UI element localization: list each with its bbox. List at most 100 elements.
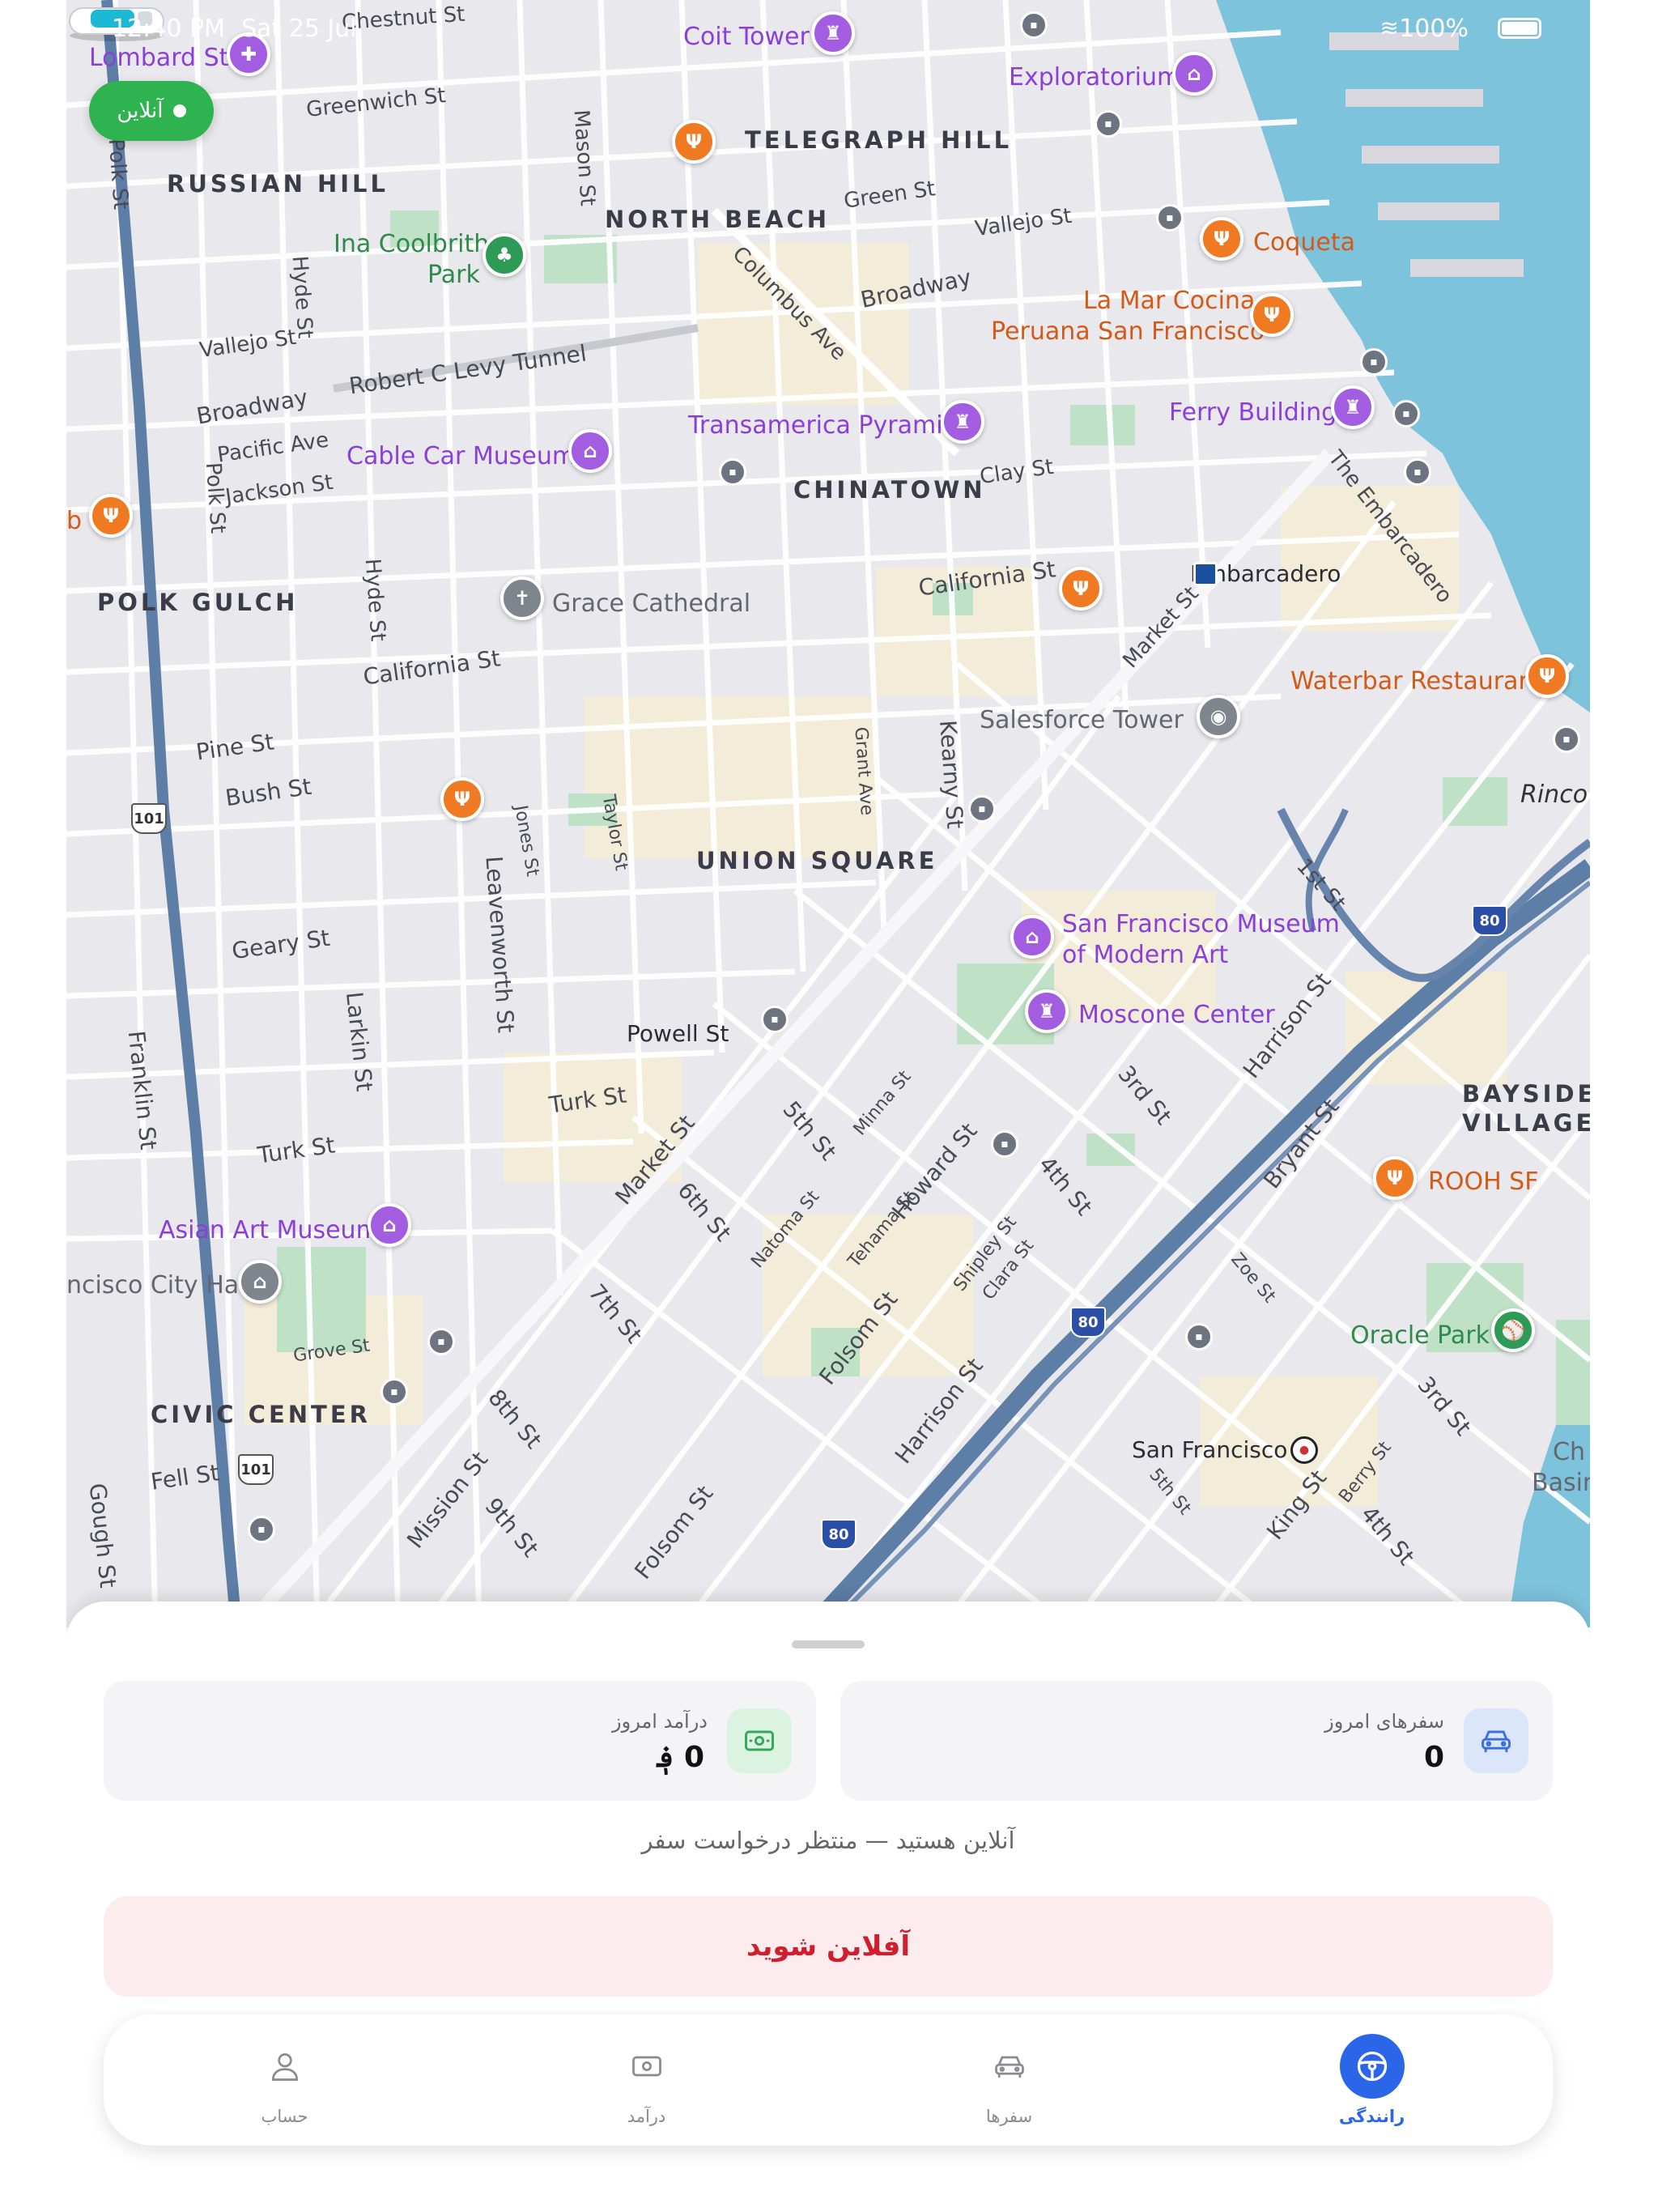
restaurant-icon[interactable]: Ψ — [1200, 217, 1244, 261]
government-icon[interactable]: ⌂ — [238, 1260, 282, 1304]
today-earnings-label: درآمد امروز — [612, 1710, 708, 1733]
today-trips-label: سفرهای امروز — [1324, 1710, 1444, 1733]
map-label-civic-center: CIVIC CENTER — [151, 1401, 371, 1428]
poi-label-coqueta: Coqueta — [1253, 228, 1355, 257]
poi-label-waterbar: Waterbar Restaurant — [1290, 667, 1544, 696]
bus-stop-icon: ▪ — [1553, 725, 1580, 753]
poi-label-ferry-building: Ferry Building — [1169, 398, 1337, 427]
poi-label-grace-cathedral: Grace Cathedral — [552, 589, 751, 618]
train-station-icon: ● — [1290, 1436, 1318, 1464]
tab-driving-label: رانندگی — [1338, 2107, 1405, 2126]
tab-driving[interactable]: رانندگی — [1191, 2014, 1553, 2146]
bus-stop-icon: ▪ — [991, 1130, 1018, 1158]
tab-earnings[interactable]: درآمد — [466, 2014, 827, 2146]
map-label-union-square: UNION SQUARE — [696, 847, 938, 874]
ferry-icon: ▪ — [1404, 458, 1431, 486]
ferry-icon: ▪ — [1360, 348, 1388, 376]
wifi-icon: ≋ — [1380, 15, 1399, 41]
bus-stop-icon: ▪ — [1185, 1323, 1213, 1351]
poi-label-sf-station: San Francisco — [1132, 1436, 1288, 1463]
today-trips-card: سفرهای امروز 0 — [840, 1681, 1553, 1801]
poi-label-park: Park — [427, 261, 480, 289]
tab-trips[interactable]: سفرها — [828, 2014, 1190, 2146]
restaurant-icon[interactable]: Ψ — [1059, 567, 1103, 610]
ferry-icon: ▪ — [1392, 400, 1420, 428]
map-label-russian-hill: RUSSIAN HILL — [167, 170, 389, 198]
tree-icon[interactable]: ♣ — [483, 233, 526, 277]
app-frame: RUSSIAN HILL NORTH BEACH TELEGRAPH HILL … — [66, 0, 1590, 2212]
highway-shield: 80 — [1070, 1307, 1106, 1338]
bus-stop-icon: ▪ — [248, 1516, 275, 1543]
online-status-badge[interactable]: آنلاین — [89, 81, 214, 141]
poi-label-la-mar-cocina: La Mar Cocina — [1083, 287, 1256, 315]
bus-stop-icon: ▪ — [380, 1378, 408, 1406]
status-date: Sat 25 Jul — [241, 15, 357, 43]
poi-label-rinco: Rinco — [1520, 781, 1588, 809]
poi-label-sfmoma-1: San Francisco Museum — [1062, 910, 1340, 938]
poi-label-b: b — [66, 507, 83, 535]
poi-label-asian-art-museum: Asian Art Museum — [159, 1216, 380, 1244]
map-view[interactable]: RUSSIAN HILL NORTH BEACH TELEGRAPH HILL … — [66, 0, 1590, 1627]
poi-label-ch: Ch — [1553, 1438, 1585, 1466]
landmark-icon[interactable]: ♜ — [1331, 385, 1375, 429]
bus-stop-icon: ▪ — [968, 795, 996, 823]
stadium-icon[interactable]: ⚾ — [1491, 1308, 1535, 1352]
bottom-tab-bar: رانندگی سفرها درآمد حساب — [104, 2014, 1553, 2146]
map-label-chinatown: CHINATOWN — [793, 476, 986, 504]
map-label-telegraph-hill: TELEGRAPH HILL — [745, 126, 1013, 154]
highway-shield: 101 — [238, 1454, 274, 1485]
bus-stop-icon: ▪ — [1095, 110, 1122, 138]
bus-stop-icon: ▪ — [1156, 204, 1184, 232]
poi-label-oracle-park: Oracle Park — [1350, 1321, 1490, 1350]
landmark-icon[interactable]: ♜ — [941, 400, 984, 444]
tab-account[interactable]: حساب — [104, 2014, 466, 2146]
map-label-polk-gulch: POLK GULCH — [97, 589, 299, 616]
museum-icon[interactable]: ⌂ — [568, 429, 612, 473]
poi-label-transamerica-pyramid: Transamerica Pyramid — [688, 411, 959, 440]
poi-label-city-hall: ncisco City Hall — [66, 1271, 253, 1300]
landmark-icon[interactable]: ♜ — [1025, 989, 1069, 1033]
battery-icon — [1498, 18, 1541, 39]
sheet-drag-handle[interactable] — [792, 1640, 865, 1648]
church-icon[interactable]: ✝ — [500, 576, 544, 620]
street-label: Polk St — [103, 138, 133, 211]
steering-wheel-icon — [1339, 2034, 1405, 2099]
tower-icon[interactable]: ◉ — [1197, 695, 1240, 738]
restaurant-icon[interactable]: Ψ — [1525, 654, 1569, 698]
tab-earnings-label: درآمد — [627, 2107, 666, 2126]
poi-label-ina-coolbrith: Ina Coolbrith — [334, 230, 490, 258]
restaurant-icon[interactable]: Ψ — [1250, 293, 1294, 337]
museum-icon[interactable]: ⌂ — [368, 1203, 411, 1247]
poi-label-peruana: Peruana San Francisco — [991, 317, 1265, 346]
restaurant-icon[interactable]: Ψ — [1373, 1156, 1417, 1200]
user-icon — [253, 2034, 317, 2099]
tab-trips-label: سفرها — [985, 2107, 1033, 2126]
go-offline-button[interactable]: آفلاین شوید — [104, 1896, 1553, 1997]
online-dot-icon — [172, 104, 186, 117]
today-earnings-value: 0 ؋ — [657, 1741, 704, 1774]
status-bar: 12:40 PM Sat 25 Jul ≋ 100% — [66, 0, 1590, 57]
map-label-north-beach: NORTH BEACH — [605, 206, 831, 233]
restaurant-icon[interactable]: Ψ — [672, 120, 716, 164]
driver-bottom-sheet: سفرهای امروز 0 درآمد امروز 0 ؋ آنلاین هس… — [66, 1602, 1590, 2212]
status-time: 12:40 PM — [112, 15, 225, 43]
cash-icon — [727, 1708, 792, 1773]
bus-stop-icon: ▪ — [761, 1006, 789, 1033]
tab-account-label: حساب — [261, 2107, 308, 2126]
map-label-bayside: BAYSIDE — [1462, 1080, 1590, 1108]
online-status-label: آنلاین — [117, 99, 164, 123]
poi-label-rooh-sf: ROOH SF — [1428, 1168, 1539, 1196]
museum-icon[interactable]: ⌂ — [1172, 52, 1216, 96]
poi-label-moscone-center: Moscone Center — [1078, 1001, 1275, 1029]
poi-label-basin: Basin — [1532, 1469, 1590, 1497]
today-trips-value: 0 — [1423, 1741, 1444, 1774]
car-icon — [977, 2034, 1042, 2099]
poi-label-sfmoma-2: of Modern Art — [1062, 941, 1229, 969]
restaurant-icon[interactable]: Ψ — [440, 777, 484, 821]
bus-stop-icon: ▪ — [719, 458, 746, 486]
restaurant-icon[interactable]: Ψ — [89, 494, 133, 538]
online-status-message: آنلاین هستید — منتظر درخواست سفر — [641, 1827, 1015, 1854]
museum-icon[interactable]: ⌂ — [1010, 915, 1054, 959]
highway-shield: 80 — [1472, 905, 1507, 936]
poi-label-exploratorium: Exploratorium — [1009, 63, 1181, 91]
